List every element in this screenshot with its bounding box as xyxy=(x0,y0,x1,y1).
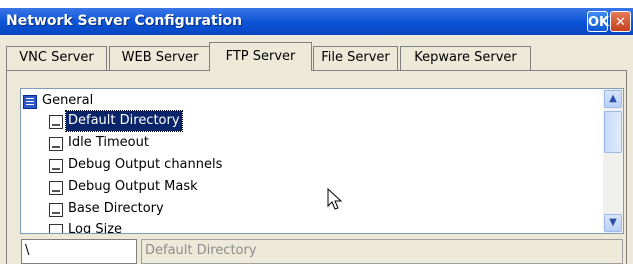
tab-vnc-server[interactable]: VNC Server xyxy=(6,46,107,70)
tree-item-label: Base Directory xyxy=(68,201,164,216)
setting-node-icon xyxy=(49,137,63,151)
tree-root-label: General xyxy=(42,93,94,108)
list-node-icon xyxy=(23,95,37,109)
mouse-pointer-icon xyxy=(327,188,343,210)
chevron-up-icon: ▲ xyxy=(609,93,617,104)
tree-item-label: Debug Output Mask xyxy=(68,179,198,194)
tab-ftp-server[interactable]: FTP Server xyxy=(209,42,312,71)
setting-node-icon xyxy=(49,115,63,129)
chevron-down-icon: ▼ xyxy=(609,217,617,228)
directory-path-field[interactable]: \ xyxy=(21,239,137,264)
tree-item-label: Log Size xyxy=(68,222,123,234)
setting-node-icon xyxy=(49,224,63,233)
vertical-scrollbar[interactable]: ▲ ▼ xyxy=(603,89,623,233)
setting-node-icon xyxy=(49,159,63,173)
scroll-up-button[interactable]: ▲ xyxy=(604,90,622,108)
tree-item-label: Default Directory xyxy=(65,110,183,132)
tab-file-server[interactable]: File Server xyxy=(313,46,398,70)
scroll-thumb[interactable] xyxy=(604,111,622,153)
scroll-down-button[interactable]: ▼ xyxy=(604,214,622,232)
title-bar: Network Server Configuration OK ✕ xyxy=(0,8,633,35)
tree-item-label: Debug Output channels xyxy=(68,157,223,172)
ok-button[interactable]: OK xyxy=(587,11,609,32)
tab-kepware-server[interactable]: Kepware Server xyxy=(400,46,531,70)
setting-node-icon xyxy=(49,181,63,195)
top-strip xyxy=(0,0,633,8)
settings-tree[interactable]: General Default Directory Idle Timeout D… xyxy=(20,88,624,234)
selected-item-name-field: Default Directory xyxy=(141,239,623,264)
tree-item-label: Idle Timeout xyxy=(68,135,149,150)
close-button[interactable]: ✕ xyxy=(610,11,631,32)
setting-node-icon xyxy=(49,203,63,217)
window-title: Network Server Configuration xyxy=(6,13,243,29)
tab-web-server[interactable]: WEB Server xyxy=(109,46,211,70)
